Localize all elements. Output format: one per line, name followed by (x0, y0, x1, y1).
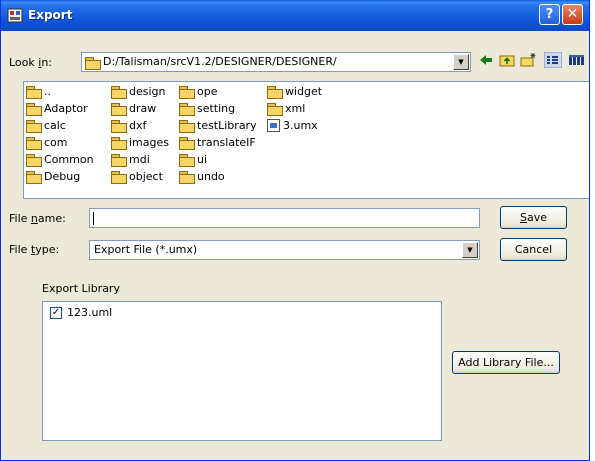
folder-item[interactable]: mdi (111, 152, 150, 168)
look-in-label: Look in: (9, 56, 53, 69)
text-caret (93, 212, 94, 225)
chevron-down-icon[interactable]: ▼ (462, 242, 478, 258)
library-item-label: 123.uml (67, 306, 113, 319)
folder-item[interactable]: images (111, 135, 169, 151)
look-in-value: D:/Talisman/srcV1.2/DESIGNER/DESIGNER/ (85, 55, 337, 70)
cancel-button[interactable]: Cancel (500, 238, 567, 261)
folder-item[interactable]: Common (26, 152, 94, 168)
folder-item[interactable]: object (111, 169, 163, 185)
item-label: Common (44, 153, 94, 166)
title-bar[interactable]: Export ? ✕ (1, 0, 589, 31)
folder-icon (85, 57, 101, 70)
window-title: Export (28, 8, 73, 22)
folder-icon (111, 86, 127, 99)
folder-item[interactable]: design (111, 84, 166, 100)
folder-icon (26, 103, 42, 116)
add-library-file-button[interactable]: Add Library File... (452, 351, 560, 374)
folder-item[interactable]: draw (111, 101, 156, 117)
folder-item[interactable]: Adaptor (26, 101, 88, 117)
item-label: images (129, 136, 169, 149)
folder-icon (111, 154, 127, 167)
item-label: undo (197, 170, 225, 183)
checkbox[interactable]: ✓ (50, 307, 62, 319)
folder-icon (26, 154, 42, 167)
chevron-down-icon[interactable]: ▼ (453, 54, 469, 70)
file-name-input[interactable] (89, 208, 480, 228)
item-label: design (129, 85, 166, 98)
help-icon[interactable]: ? (539, 4, 560, 25)
folder-icon (26, 120, 42, 133)
item-label: .. (44, 85, 51, 98)
item-label: ui (197, 153, 208, 166)
file-type-label: File type: (9, 243, 60, 256)
up-folder-icon[interactable] (498, 52, 516, 68)
folder-item[interactable]: undo (179, 169, 225, 185)
folder-item[interactable]: Debug (26, 169, 80, 185)
folder-item[interactable]: setting (179, 101, 235, 117)
item-label: 3.umx (283, 119, 318, 132)
folder-icon (267, 86, 283, 99)
item-label: calc (44, 119, 66, 132)
library-list-item[interactable]: ✓ 123.uml (43, 302, 441, 322)
item-label: object (129, 170, 163, 183)
folder-item[interactable]: ui (179, 152, 207, 168)
folder-item[interactable]: calc (26, 118, 66, 134)
item-label: testLibrary (197, 119, 257, 132)
folder-icon (179, 154, 195, 167)
close-icon[interactable]: ✕ (562, 4, 583, 25)
save-button[interactable]: Save (500, 206, 567, 229)
folder-item[interactable]: translateIF (179, 135, 256, 151)
file-list[interactable]: .. Adaptor calc com Common Debug design draw dxf… (23, 81, 589, 199)
folder-icon (111, 137, 127, 150)
item-label: widget (285, 85, 323, 98)
item-label: draw (129, 102, 157, 115)
folder-item[interactable]: xml (267, 101, 305, 117)
folder-item[interactable]: testLibrary (179, 118, 257, 134)
export-library-heading: Export Library (42, 282, 120, 295)
folder-icon (111, 103, 127, 116)
list-view-icon[interactable] (544, 52, 562, 68)
back-arrow-icon[interactable] (477, 52, 495, 68)
item-label: com (44, 136, 68, 149)
export-dialog: Export ? ✕ Look in: D:/Talisman/srcV1.2/… (0, 0, 590, 461)
app-icon (7, 8, 23, 23)
item-label: translateIF (197, 136, 256, 149)
file-type-combo[interactable]: Export File (*.umx) ▼ (89, 240, 480, 260)
export-library-list[interactable]: ✓ 123.uml (42, 301, 442, 441)
folder-icon (267, 103, 283, 116)
look-in-combo[interactable]: D:/Talisman/srcV1.2/DESIGNER/DESIGNER/ ▼ (81, 52, 471, 72)
folder-item[interactable]: dxf (111, 118, 146, 134)
new-folder-icon[interactable] (519, 52, 537, 68)
folder-item[interactable]: .. (26, 84, 51, 100)
folder-icon (111, 120, 127, 133)
folder-icon (179, 120, 195, 133)
folder-icon (179, 171, 195, 184)
umx-file-icon (267, 119, 280, 132)
folder-item[interactable]: widget (267, 84, 322, 100)
item-label: Debug (44, 170, 81, 183)
details-view-icon[interactable] (567, 52, 585, 68)
folder-icon (179, 137, 195, 150)
folder-icon (111, 171, 127, 184)
folder-icon (26, 171, 42, 184)
folder-icon (179, 86, 195, 99)
file-item[interactable]: 3.umx (267, 118, 318, 134)
folder-icon (26, 137, 42, 150)
folder-item[interactable]: com (26, 135, 68, 151)
file-type-value: Export File (*.umx) (94, 243, 198, 256)
item-label: mdi (129, 153, 150, 166)
folder-item[interactable]: ope (179, 84, 217, 100)
folder-icon (179, 103, 195, 116)
folder-icon (26, 86, 42, 99)
item-label: setting (197, 102, 236, 115)
item-label: xml (285, 102, 306, 115)
item-label: dxf (129, 119, 147, 132)
item-label: ope (197, 85, 218, 98)
item-label: Adaptor (44, 102, 88, 115)
file-name-label: File name: (9, 212, 66, 225)
